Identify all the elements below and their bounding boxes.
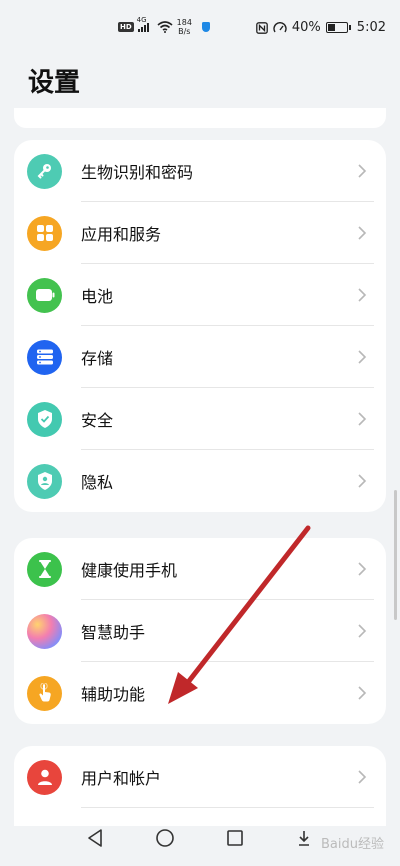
navigation-bar: Baidu经验: [0, 816, 400, 866]
apps-grid-icon: [27, 215, 62, 251]
download-icon[interactable]: [296, 828, 312, 848]
chevron-right-icon: [358, 624, 367, 638]
settings-item-label: 健康使用手机: [81, 561, 178, 580]
battery-icon: [325, 22, 351, 33]
chevron-right-icon: [358, 770, 367, 784]
nfc-icon: [256, 21, 268, 34]
settings-group-3: 用户和帐户: [14, 746, 386, 826]
settings-item-privacy[interactable]: 隐私: [14, 450, 386, 512]
chevron-right-icon: [358, 350, 367, 364]
settings-group-1: 生物识别和密码 应用和服务 电池 存储 安全 隐私: [14, 140, 386, 512]
chevron-right-icon: [358, 562, 367, 576]
settings-item-label: 用户和帐户: [81, 769, 162, 788]
settings-item-label: 智慧助手: [81, 623, 146, 642]
battery-percent: 40%: [291, 20, 321, 35]
chevron-right-icon: [358, 288, 367, 302]
settings-item-digital-balance[interactable]: 健康使用手机: [14, 538, 386, 600]
key-icon: [27, 153, 62, 189]
net-type-label: 4G: [136, 15, 147, 24]
previous-card-edge: [14, 108, 386, 128]
recents-button[interactable]: [226, 828, 244, 848]
chevron-right-icon: [358, 226, 367, 240]
settings-item-biometrics[interactable]: 生物识别和密码: [14, 140, 386, 202]
settings-item-assistant[interactable]: 智慧助手: [14, 600, 386, 662]
back-button[interactable]: [86, 828, 104, 848]
settings-item-security[interactable]: 安全: [14, 388, 386, 450]
settings-item-label: 安全: [81, 411, 114, 430]
settings-group-2: 健康使用手机 智慧助手 辅助功能: [14, 538, 386, 724]
security-app-icon: [201, 22, 210, 32]
shield-check-icon: [27, 401, 62, 437]
chevron-right-icon: [358, 686, 367, 700]
settings-item-battery[interactable]: 电池: [14, 264, 386, 326]
hourglass-icon: [27, 551, 62, 587]
wifi-icon: [157, 21, 173, 33]
status-network-group: HD 4G 184 B/s: [118, 16, 210, 36]
settings-item-label: 生物识别和密码: [81, 163, 194, 182]
privacy-shield-icon: [27, 463, 62, 499]
settings-item-label: 隐私: [81, 473, 114, 492]
user-icon: [27, 759, 62, 795]
settings-item-storage[interactable]: 存储: [14, 326, 386, 388]
settings-item-apps[interactable]: 应用和服务: [14, 202, 386, 264]
settings-item-label: 存储: [81, 349, 114, 368]
storage-icon: [27, 339, 62, 375]
assistant-orb-icon: [27, 613, 62, 649]
watermark: Baidu经验: [321, 837, 384, 852]
network-speed: 184 B/s: [176, 18, 192, 36]
home-button[interactable]: [155, 828, 175, 848]
battery-icon: [27, 277, 62, 313]
hand-icon: [27, 675, 62, 711]
speedometer-icon: [273, 21, 287, 32]
status-bar: HD 4G 184 B/s 40% 5:02: [0, 0, 400, 44]
hd-badge: HD: [118, 22, 134, 32]
settings-item-users-accounts[interactable]: 用户和帐户: [14, 746, 386, 808]
clock: 5:02: [356, 20, 386, 35]
settings-item-label: 应用和服务: [81, 225, 162, 244]
chevron-right-icon: [358, 474, 367, 488]
settings-item-label: 辅助功能: [81, 685, 146, 704]
status-right-group: 40% 5:02: [256, 20, 386, 35]
settings-item-accessibility[interactable]: 辅助功能: [14, 662, 386, 724]
scrollbar[interactable]: [394, 490, 397, 620]
signal-icon: 4G: [137, 16, 149, 32]
settings-item-label: 电池: [81, 287, 114, 306]
page-title: 设置: [28, 68, 81, 98]
chevron-right-icon: [358, 164, 367, 178]
chevron-right-icon: [358, 412, 367, 426]
